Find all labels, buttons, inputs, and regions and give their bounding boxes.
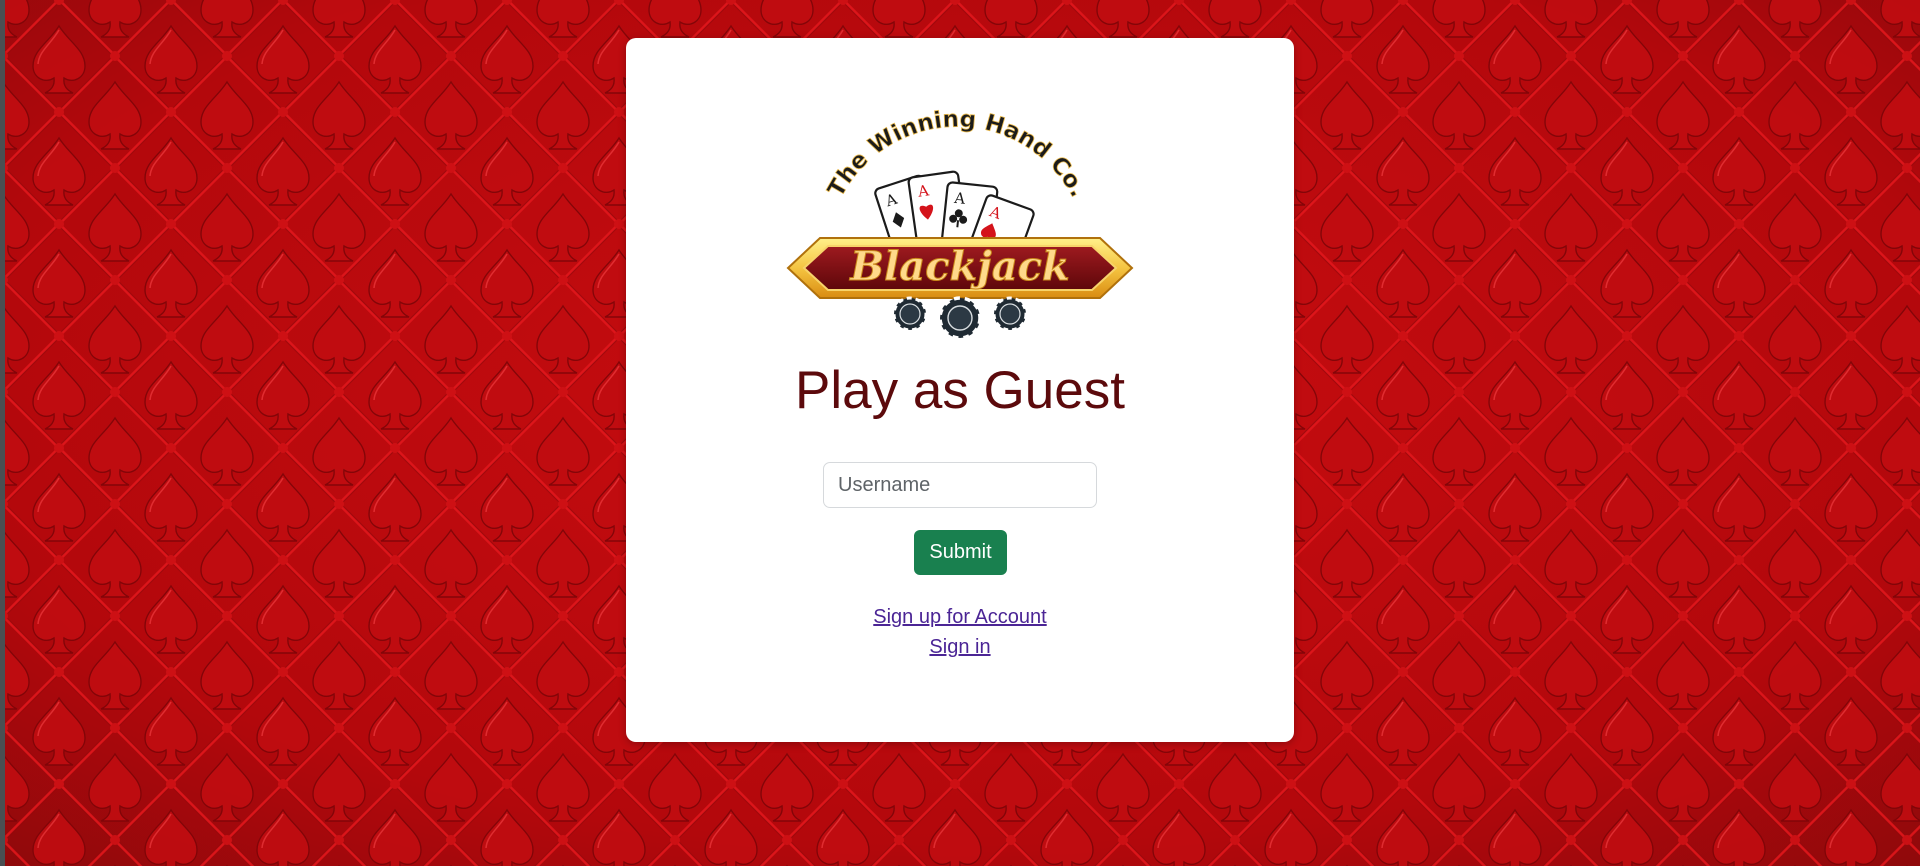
page-title: Play as Guest xyxy=(795,361,1125,420)
signin-link[interactable]: Sign in xyxy=(626,632,1294,662)
submit-button[interactable]: Submit xyxy=(914,530,1007,575)
poker-chip-icon xyxy=(892,296,1028,340)
blackjack-banner: Blackjack xyxy=(786,237,1134,299)
signup-link[interactable]: Sign up for Account xyxy=(626,602,1294,632)
svg-text:A: A xyxy=(952,189,966,208)
blackjack-logo: The Winning Hand Co. A A A A Blackjack xyxy=(786,108,1134,340)
username-input[interactable] xyxy=(823,462,1097,508)
guest-login-card: The Winning Hand Co. A A A A Blackjack P… xyxy=(626,38,1294,742)
logo-brand-name: Blackjack xyxy=(849,243,1069,290)
window-edge xyxy=(0,0,5,866)
account-links: Sign up for Account Sign in xyxy=(626,602,1294,662)
